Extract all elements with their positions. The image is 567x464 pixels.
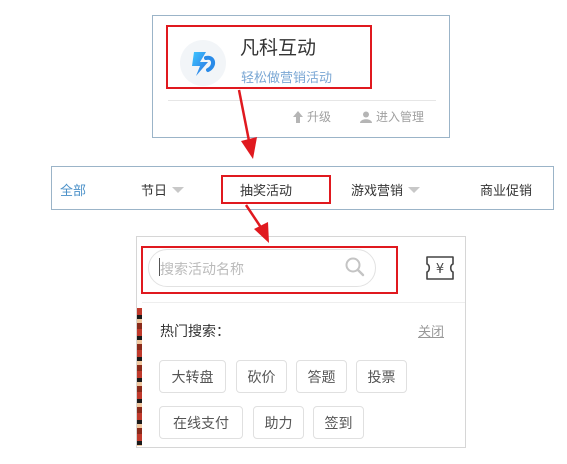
nav-item-promotion[interactable]: 商业促销 <box>480 180 532 199</box>
upgrade-button[interactable]: 升级 <box>293 108 331 125</box>
highlight-box <box>221 175 331 204</box>
nav-item-festival[interactable]: 节日 <box>141 180 185 199</box>
nav-item-game-marketing[interactable]: 游戏营销 <box>351 180 421 199</box>
upgrade-arrow-icon <box>293 110 303 123</box>
divider <box>168 100 436 101</box>
hot-search-title: 热门搜索： <box>160 324 230 340</box>
wallet-icon[interactable]: ¥ <box>423 251 457 285</box>
manage-button[interactable]: 进入管理 <box>360 108 424 125</box>
chevron-down-icon <box>408 186 421 193</box>
nav-item-all[interactable]: 全部 <box>60 180 86 199</box>
hot-tag[interactable]: 砍价 <box>236 360 287 393</box>
hot-tag[interactable]: 大转盘 <box>159 360 226 393</box>
user-icon <box>360 111 372 123</box>
hot-tag[interactable]: 投票 <box>356 360 407 393</box>
highlight-box <box>141 246 398 294</box>
manage-label: 进入管理 <box>376 110 425 124</box>
chevron-down-icon <box>172 186 185 193</box>
upgrade-label: 升级 <box>307 110 332 124</box>
hot-tag[interactable]: 答题 <box>296 360 347 393</box>
highlight-box <box>166 25 372 89</box>
hot-tag[interactable]: 在线支付 <box>159 406 243 439</box>
hot-tag[interactable]: 助力 <box>253 406 304 439</box>
wallet-symbol: ¥ <box>436 262 444 277</box>
close-link[interactable]: 关闭 <box>418 321 444 340</box>
hot-tag[interactable]: 签到 <box>313 406 364 439</box>
